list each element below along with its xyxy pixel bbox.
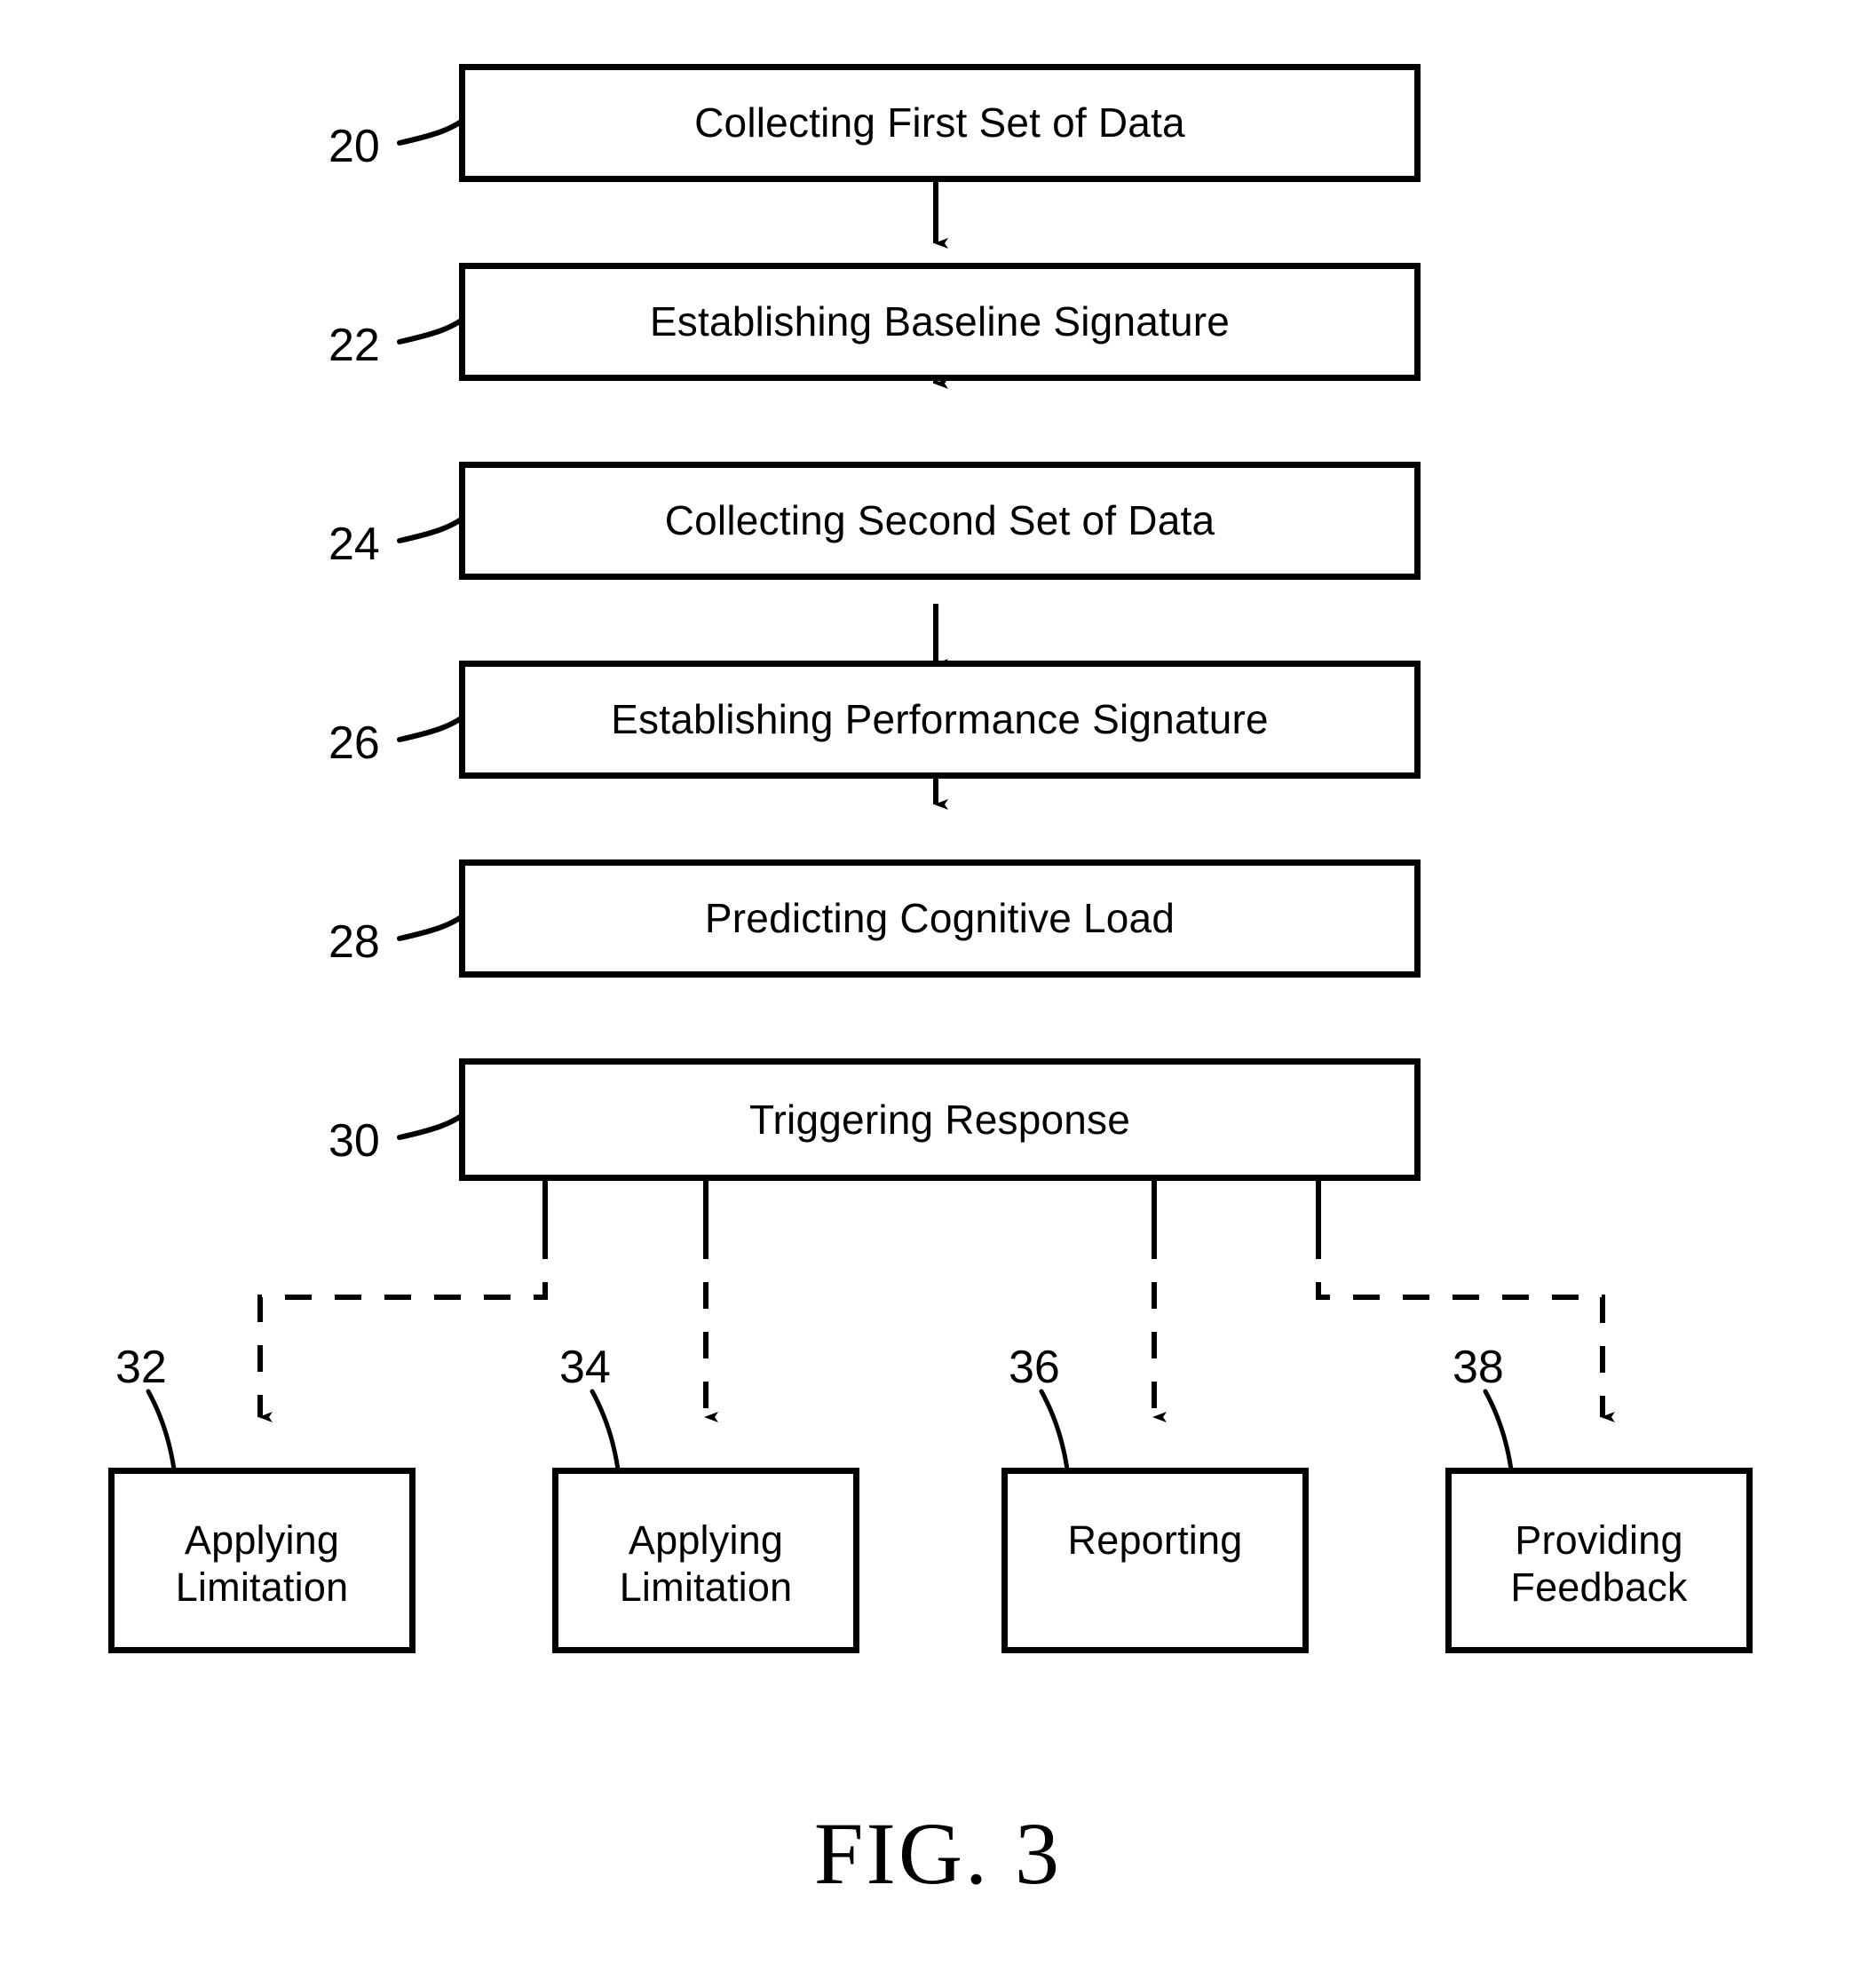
leader-24 [397,513,469,543]
ref-numeral-26: 26 [328,717,380,769]
edge-30-32 [257,1232,548,1422]
response-box-32-line2: Limitation [175,1564,349,1611]
ref-numeral-24: 24 [328,519,380,570]
response-box-34-line2: Limitation [619,1564,793,1611]
response-box-32-label: Applying Limitation [176,1517,349,1611]
ref-numeral-36: 36 [1009,1342,1060,1393]
process-box-28-label: Predicting Cognitive Load [704,895,1175,942]
process-box-26[interactable]: Establishing Performance Signature [459,661,1421,779]
leader-28 [397,911,469,941]
leader-20 [397,115,469,146]
ref-numeral-30: 30 [328,1115,380,1167]
ref-numeral-20: 20 [328,121,380,172]
patent-figure-page: Collecting First Set of Data 20 Establis… [0,0,1876,1980]
response-box-32[interactable]: Applying Limitation [108,1468,416,1653]
response-box-38-label: Providing Feedback [1510,1517,1687,1611]
ref-numeral-32: 32 [115,1342,167,1393]
ref-numeral-38: 38 [1453,1342,1504,1393]
response-box-38[interactable]: Providing Feedback [1445,1468,1753,1653]
ref-numeral-22: 22 [328,320,380,371]
ref-numeral-34: 34 [559,1342,611,1393]
response-box-36-line1: Reporting [1067,1517,1243,1563]
response-box-34-label: Applying Limitation [620,1517,793,1611]
response-box-38-line2: Feedback [1510,1564,1688,1611]
process-box-20[interactable]: Collecting First Set of Data [459,64,1421,182]
process-box-30[interactable]: Triggering Response [459,1058,1421,1181]
process-box-22[interactable]: Establishing Baseline Signature [459,263,1421,381]
leader-26 [397,712,469,742]
leader-30 [397,1110,469,1140]
ref-numeral-28: 28 [328,916,380,968]
process-box-28[interactable]: Predicting Cognitive Load [459,859,1421,978]
response-box-38-line1: Providing [1515,1517,1683,1563]
leader-22 [397,314,469,345]
figure-caption: FIG. 3 [813,1804,1063,1903]
process-box-30-label: Triggering Response [748,1096,1131,1143]
process-box-20-label: Collecting First Set of Data [694,99,1185,147]
response-box-36-label: Reporting [1068,1517,1243,1564]
response-box-34-line1: Applying [628,1517,784,1563]
process-box-24-label: Collecting Second Set of Data [664,497,1215,544]
process-box-24[interactable]: Collecting Second Set of Data [459,462,1421,580]
response-box-36[interactable]: Reporting [1001,1468,1309,1653]
process-box-26-label: Establishing Performance Signature [611,696,1269,743]
response-box-32-line1: Applying [184,1517,340,1563]
process-box-22-label: Establishing Baseline Signature [649,298,1231,345]
response-box-34[interactable]: Applying Limitation [552,1468,859,1653]
